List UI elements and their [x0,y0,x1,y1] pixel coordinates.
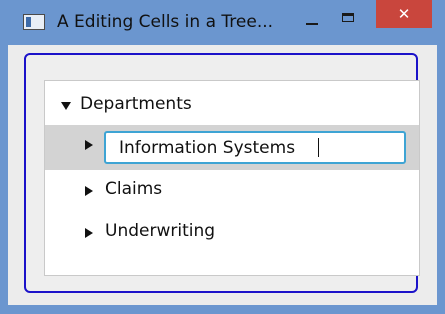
close-icon: ✕ [397,5,411,23]
tree-item-departments[interactable]: Departments [45,85,419,125]
window-title: A Editing Cells in a Tree... [57,12,274,32]
minimize-button[interactable] [300,10,324,30]
expand-arrow-icon[interactable] [85,186,93,196]
tree-view[interactable]: Departments Claims Underwriting [44,80,420,276]
tree-item-underwriting[interactable]: Underwriting [45,212,419,252]
minimize-icon [306,23,318,25]
window-client-area: Departments Claims Underwriting [8,45,437,305]
app-window: A Editing Cells in a Tree... ✕ Departmen… [0,0,445,314]
tree-item-information-systems[interactable] [45,125,419,170]
tree-item-edit-field[interactable] [104,131,406,164]
maximize-button[interactable] [336,8,360,28]
tree-item-label: Claims [105,179,163,199]
close-button[interactable]: ✕ [376,0,432,28]
expand-arrow-icon[interactable] [85,140,93,150]
collapse-arrow-icon[interactable] [61,102,71,110]
maximize-icon [342,13,354,22]
tree-item-label: Departments [80,94,192,114]
title-bar[interactable]: A Editing Cells in a Tree... ✕ [0,0,445,44]
tree-item-claims[interactable]: Claims [45,170,419,210]
tree-item-label: Underwriting [105,221,216,241]
expand-arrow-icon[interactable] [85,228,93,238]
app-icon-pane [26,17,31,27]
text-caret [318,138,319,157]
app-window-icon[interactable] [23,14,45,30]
